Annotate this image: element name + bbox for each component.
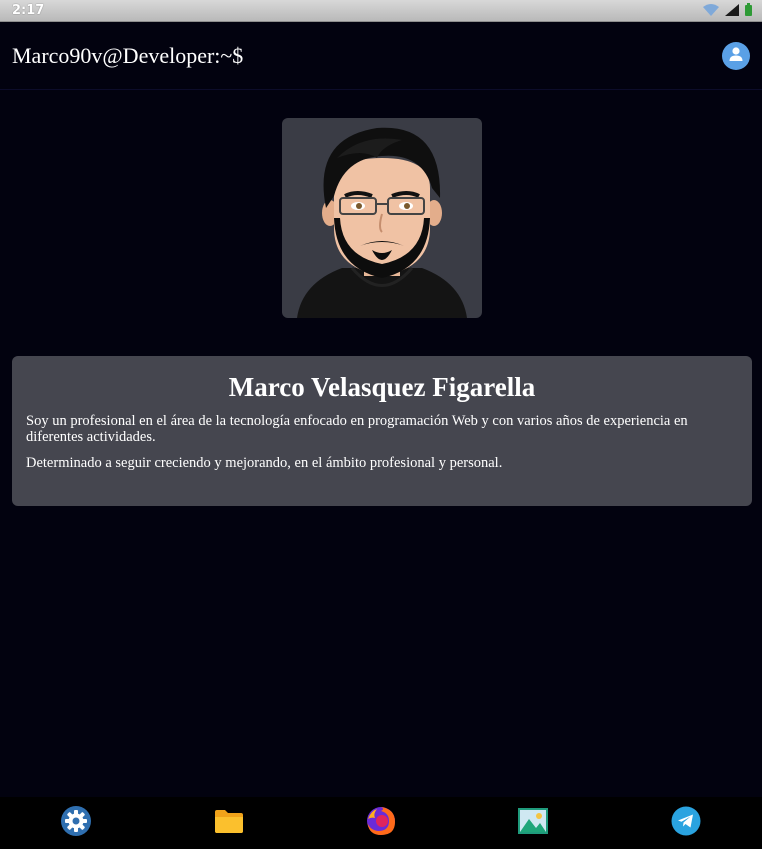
gallery-icon: [518, 808, 549, 838]
folder-icon: [214, 808, 244, 838]
telegram-icon: [671, 806, 701, 840]
profile-name: Marco Velasquez Figarella: [228, 372, 536, 402]
user-button[interactable]: [722, 41, 750, 70]
status-bar: 2:17: [0, 0, 762, 22]
profile-description: Soy un profesional en el área de la tecn…: [26, 413, 688, 445]
avatar: [282, 118, 482, 318]
gallery-button[interactable]: [516, 806, 550, 840]
firefox-icon: [365, 805, 397, 841]
telegram-button[interactable]: [669, 806, 703, 840]
status-icons: [703, 1, 752, 20]
files-button[interactable]: [212, 806, 246, 840]
user-icon: [727, 45, 745, 67]
signal-icon: [725, 1, 739, 20]
battery-icon: [745, 1, 752, 20]
app-header: Marco90v@Developer:~$: [0, 22, 762, 90]
profile-card: Marco Velasquez Figarella Soy un profesi…: [12, 356, 752, 506]
settings-button[interactable]: [59, 806, 93, 840]
settings-icon: [60, 805, 92, 841]
wifi-icon: [703, 1, 719, 20]
profile-goal: Determinado a seguir creciendo y mejoran…: [26, 455, 503, 471]
status-time: 2:17: [12, 3, 45, 18]
page-title: Marco90v@Developer:~$: [12, 42, 244, 68]
browser-button[interactable]: [364, 806, 398, 840]
app-dock: [0, 797, 762, 849]
